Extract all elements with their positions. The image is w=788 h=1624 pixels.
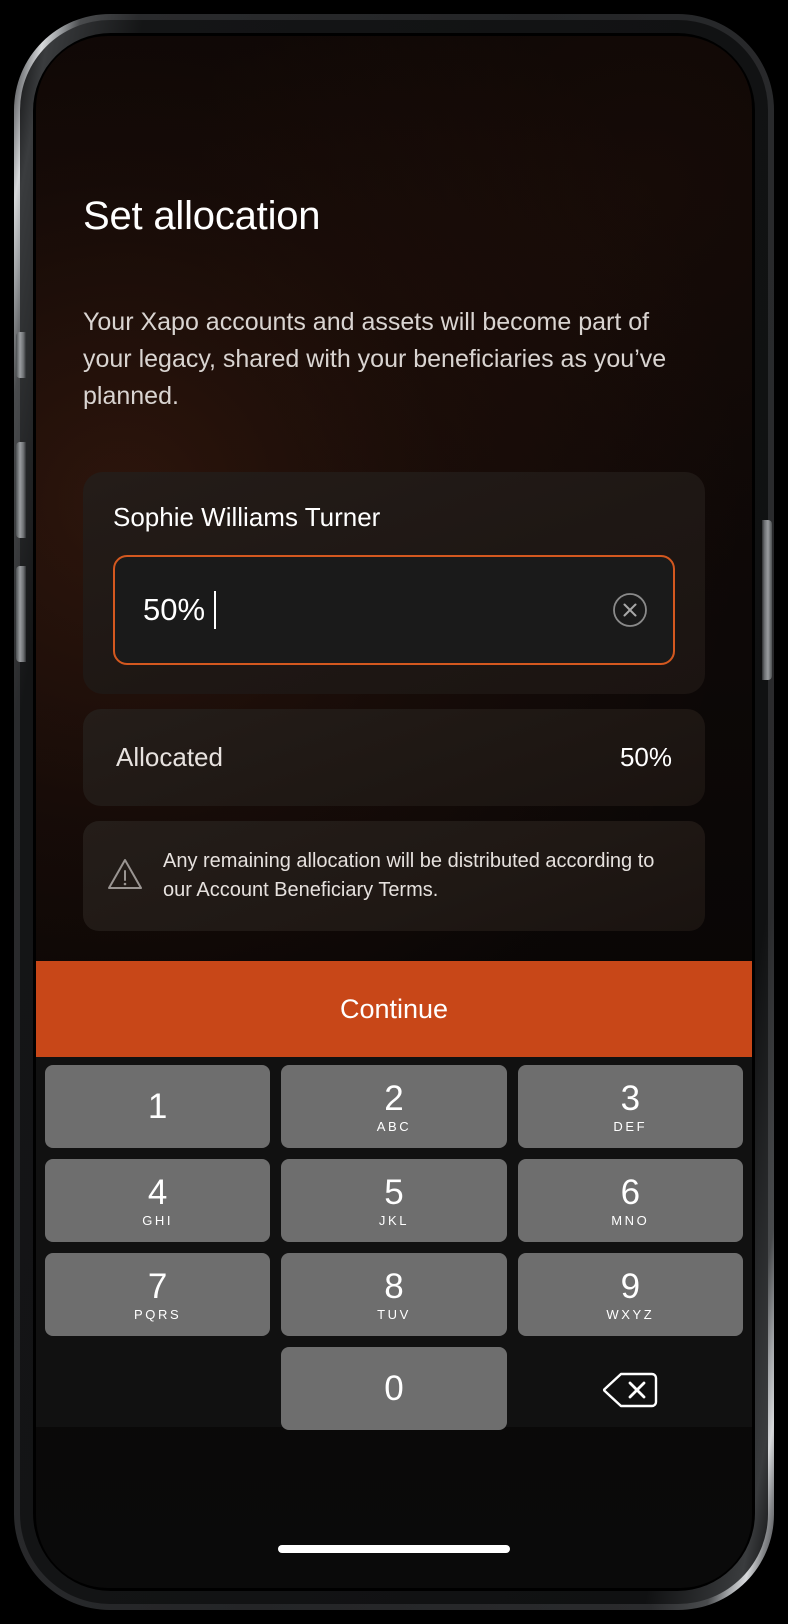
key-5-letters: JKL bbox=[378, 1213, 410, 1228]
key-9-digit: 9 bbox=[620, 1267, 641, 1306]
allocation-input-value-wrapper: 50% bbox=[143, 591, 217, 629]
keypad-spacer-left bbox=[45, 1347, 270, 1430]
keypad-row-2: 4 GHI 5 JKL 6 MNO bbox=[45, 1159, 743, 1242]
key-6-letters: MNO bbox=[611, 1213, 650, 1228]
numeric-keypad: 1 2 ABC 3 DEF 4 GHI 5 JKL 6 MNO 7 PQRS 8… bbox=[36, 1057, 752, 1430]
keypad-row-3: 7 PQRS 8 TUV 9 WXYZ bbox=[45, 1253, 743, 1336]
phone-device-frame: Set allocation Your Xapo accounts and as… bbox=[14, 14, 774, 1610]
key-4-digit: 4 bbox=[147, 1173, 168, 1212]
key-8-letters: TUV bbox=[377, 1307, 411, 1322]
key-2-letters: ABC bbox=[376, 1119, 412, 1134]
app-content: Set allocation Your Xapo accounts and as… bbox=[36, 36, 752, 1588]
key-3-digit: 3 bbox=[620, 1079, 641, 1118]
keypad-row-4: 0 bbox=[45, 1347, 743, 1430]
key-1-digit: 1 bbox=[147, 1087, 168, 1126]
key-4[interactable]: 4 GHI bbox=[45, 1159, 271, 1242]
power-side-button[interactable] bbox=[762, 520, 772, 680]
page-title: Set allocation bbox=[83, 194, 321, 238]
key-2-digit: 2 bbox=[384, 1079, 404, 1118]
keypad-row-1: 1 2 ABC 3 DEF bbox=[45, 1065, 743, 1148]
key-7-digit: 7 bbox=[147, 1267, 168, 1306]
remaining-allocation-note: Any remaining allocation will be distrib… bbox=[83, 821, 705, 931]
volume-down-button[interactable] bbox=[16, 566, 26, 662]
phone-screen: Set allocation Your Xapo accounts and as… bbox=[36, 36, 752, 1588]
key-5-digit: 5 bbox=[384, 1173, 404, 1212]
backspace-delete-icon[interactable] bbox=[518, 1347, 743, 1430]
continue-button[interactable]: Continue bbox=[36, 961, 752, 1057]
allocation-percent-input[interactable]: 50% bbox=[113, 555, 675, 665]
warning-triangle-icon bbox=[105, 855, 145, 898]
clear-circle-x-icon[interactable] bbox=[611, 591, 649, 629]
note-text: Any remaining allocation will be distrib… bbox=[163, 850, 655, 901]
volume-up-button[interactable] bbox=[16, 442, 26, 538]
key-0-digit: 0 bbox=[384, 1369, 404, 1408]
key-2[interactable]: 2 ABC bbox=[281, 1065, 507, 1148]
key-9[interactable]: 9 WXYZ bbox=[517, 1253, 743, 1336]
key-8-digit: 8 bbox=[384, 1267, 404, 1306]
key-3-letters: DEF bbox=[613, 1119, 648, 1134]
key-9-letters: WXYZ bbox=[606, 1307, 655, 1322]
key-4-letters: GHI bbox=[142, 1213, 174, 1228]
key-3[interactable]: 3 DEF bbox=[517, 1065, 743, 1148]
text-caret bbox=[214, 591, 217, 629]
allocated-label: Allocated bbox=[116, 742, 223, 772]
mute-switch-button[interactable] bbox=[16, 332, 26, 378]
allocated-summary-row: Allocated 50% bbox=[83, 709, 705, 806]
key-1[interactable]: 1 bbox=[45, 1065, 271, 1148]
allocated-value: 50% bbox=[619, 742, 672, 772]
key-7-letters: PQRS bbox=[134, 1307, 182, 1322]
allocation-input-value: 50% bbox=[143, 592, 206, 627]
key-8[interactable]: 8 TUV bbox=[281, 1253, 507, 1336]
key-6[interactable]: 6 MNO bbox=[517, 1159, 743, 1242]
beneficiary-allocation-card: Sophie Williams Turner 50% bbox=[83, 472, 705, 694]
home-indicator-bar[interactable] bbox=[278, 1545, 510, 1553]
key-6-digit: 6 bbox=[620, 1173, 641, 1212]
key-5[interactable]: 5 JKL bbox=[281, 1159, 507, 1242]
key-0[interactable]: 0 bbox=[281, 1347, 507, 1430]
page-description: Your Xapo accounts and assets will becom… bbox=[83, 308, 667, 410]
beneficiary-name: Sophie Williams Turner bbox=[113, 502, 381, 532]
key-7[interactable]: 7 PQRS bbox=[45, 1253, 271, 1336]
